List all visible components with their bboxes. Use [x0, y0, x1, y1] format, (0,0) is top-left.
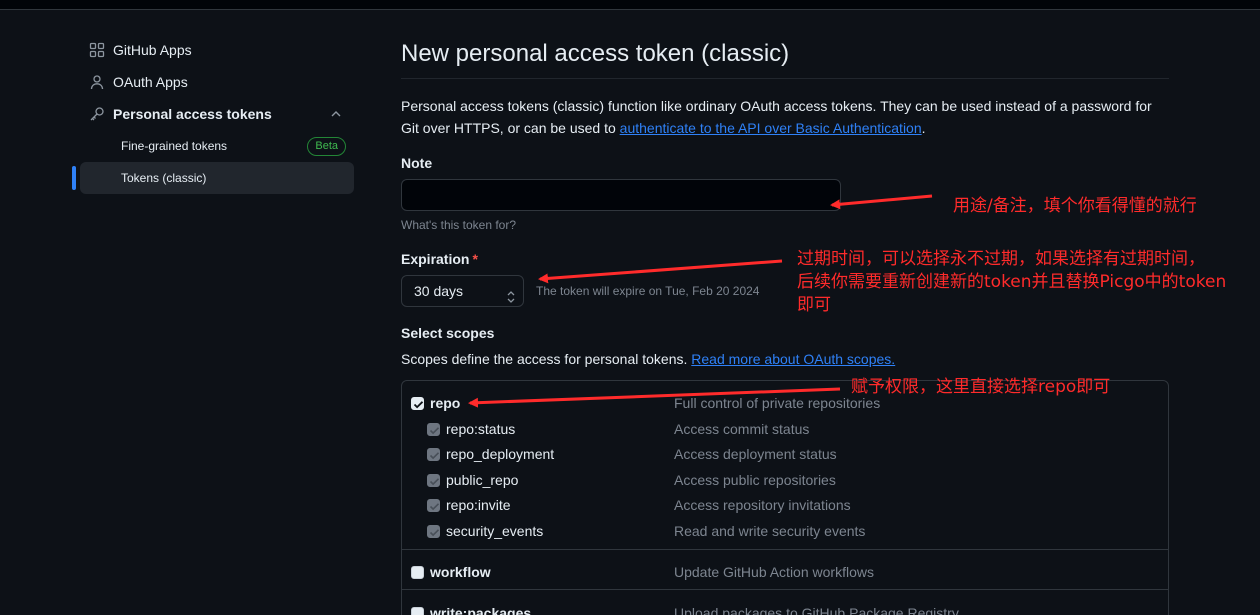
page-description: Personal access tokens (classic) functio… [401, 95, 1169, 139]
annotation-scopes: 赋予权限，这里直接选择repo即可 [851, 377, 1111, 397]
description-end: . [921, 120, 926, 136]
scope-row-write-packages: write:packages Upload packages to GitHub… [402, 602, 1168, 615]
scope-row-repo-invite: repo:invite Access repository invitation… [402, 494, 1168, 518]
scope-checkbox-workflow[interactable] [411, 566, 424, 579]
sidebar-item-label: GitHub Apps [113, 42, 192, 58]
annotation-expiration-line2: 后续你需要重新创建新的token并且替换Picgo中的token [797, 272, 1227, 292]
sidebar-item-oauth-apps[interactable]: OAuth Apps [72, 66, 354, 98]
expiration-hint: The token will expire on Tue, Feb 20 202… [536, 284, 760, 298]
sidebar-item-label: Personal access tokens [113, 106, 272, 122]
required-mark: * [472, 251, 478, 267]
expiration-label: Expiration * [401, 251, 478, 267]
scope-checkbox-write-packages[interactable] [411, 607, 424, 615]
scope-description: Access commit status [674, 421, 810, 437]
basic-auth-link[interactable]: authenticate to the API over Basic Authe… [620, 120, 922, 136]
scopes-list: repo Full control of private repositorie… [401, 380, 1169, 615]
scope-checkbox-repo-deployment[interactable] [427, 448, 440, 461]
sidebar-item-fine-grained-tokens[interactable]: Fine-grained tokens Beta [80, 130, 354, 162]
scope-divider [402, 589, 1168, 590]
note-input[interactable] [401, 179, 841, 211]
scope-description: Upload packages to GitHub Package Regist… [674, 605, 959, 615]
sidebar-item-github-apps[interactable]: GitHub Apps [72, 34, 354, 66]
page-title: New personal access token (classic) [401, 40, 790, 67]
scope-checkbox-public-repo[interactable] [427, 474, 440, 487]
note-hint: What's this token for? [401, 218, 517, 232]
scope-description: Access deployment status [674, 446, 837, 462]
scopes-description-text: Scopes define the access for personal to… [401, 351, 692, 367]
scope-description: Read and write security events [674, 523, 866, 539]
scope-checkbox-repo-invite[interactable] [427, 499, 440, 512]
settings-sidebar: GitHub Apps OAuth Apps Personal access t… [72, 34, 354, 194]
sidebar-item-tokens-classic[interactable]: Tokens (classic) [72, 162, 354, 194]
sidebar-item-label: Tokens (classic) [121, 171, 207, 185]
scope-description: Full control of private repositories [674, 395, 881, 411]
person-icon [89, 74, 105, 90]
annotation-expiration-line1: 过期时间，可以选择永不过期，如果选择有过期时间， [797, 249, 1205, 269]
apps-grid-icon [89, 42, 105, 58]
scope-row-security-events: security_events Read and write security … [402, 520, 1168, 544]
scope-description: Access public repositories [674, 472, 836, 488]
annotation-note: 用途/备注，填个你看得懂的就行 [953, 196, 1197, 216]
sidebar-item-label: OAuth Apps [113, 74, 188, 90]
scope-description: Access repository invitations [674, 497, 851, 513]
scope-name: security_events [446, 523, 544, 539]
scope-name: repo [430, 395, 461, 411]
scope-checkbox-security-events[interactable] [427, 525, 440, 538]
scope-name: repo:status [446, 421, 516, 437]
oauth-scopes-link[interactable]: Read more about OAuth scopes. [691, 351, 895, 367]
select-scopes-label: Select scopes [401, 325, 495, 341]
expiration-arrow [538, 259, 783, 284]
scope-name: repo:invite [446, 497, 511, 513]
scope-name: public_repo [446, 472, 519, 488]
scope-row-public-repo: public_repo Access public repositories [402, 469, 1168, 493]
top-bar [0, 0, 1260, 10]
scopes-description: Scopes define the access for personal to… [401, 351, 895, 367]
expiration-select[interactable]: 30 days [401, 275, 524, 307]
scope-checkbox-repo-status[interactable] [427, 423, 440, 436]
sidebar-item-personal-access-tokens[interactable]: Personal access tokens [72, 98, 354, 130]
scope-name: workflow [430, 564, 491, 580]
scope-row-workflow: workflow Update GitHub Action workflows [402, 561, 1168, 585]
scope-checkbox-repo[interactable] [411, 397, 424, 410]
scope-description: Update GitHub Action workflows [674, 564, 874, 580]
note-label: Note [401, 155, 433, 171]
scope-name: repo_deployment [446, 446, 555, 462]
scope-name: write:packages [430, 605, 532, 615]
note-arrow [830, 194, 933, 210]
active-indicator [72, 166, 76, 190]
annotation-expiration-line3: 即可 [797, 295, 831, 315]
beta-badge: Beta [307, 137, 346, 156]
expiration-selected-value: 30 days [414, 283, 464, 299]
scope-row-repo-status: repo:status Access commit status [402, 418, 1168, 442]
scope-row-repo-deployment: repo_deployment Access deployment status [402, 443, 1168, 467]
expiration-label-text: Expiration [401, 251, 470, 267]
chevron-up-icon[interactable] [328, 106, 344, 122]
sidebar-item-label: Fine-grained tokens [121, 139, 228, 153]
key-icon [89, 106, 105, 122]
select-caret-icon [507, 284, 515, 303]
scope-divider [402, 549, 1168, 550]
title-divider [401, 78, 1169, 79]
